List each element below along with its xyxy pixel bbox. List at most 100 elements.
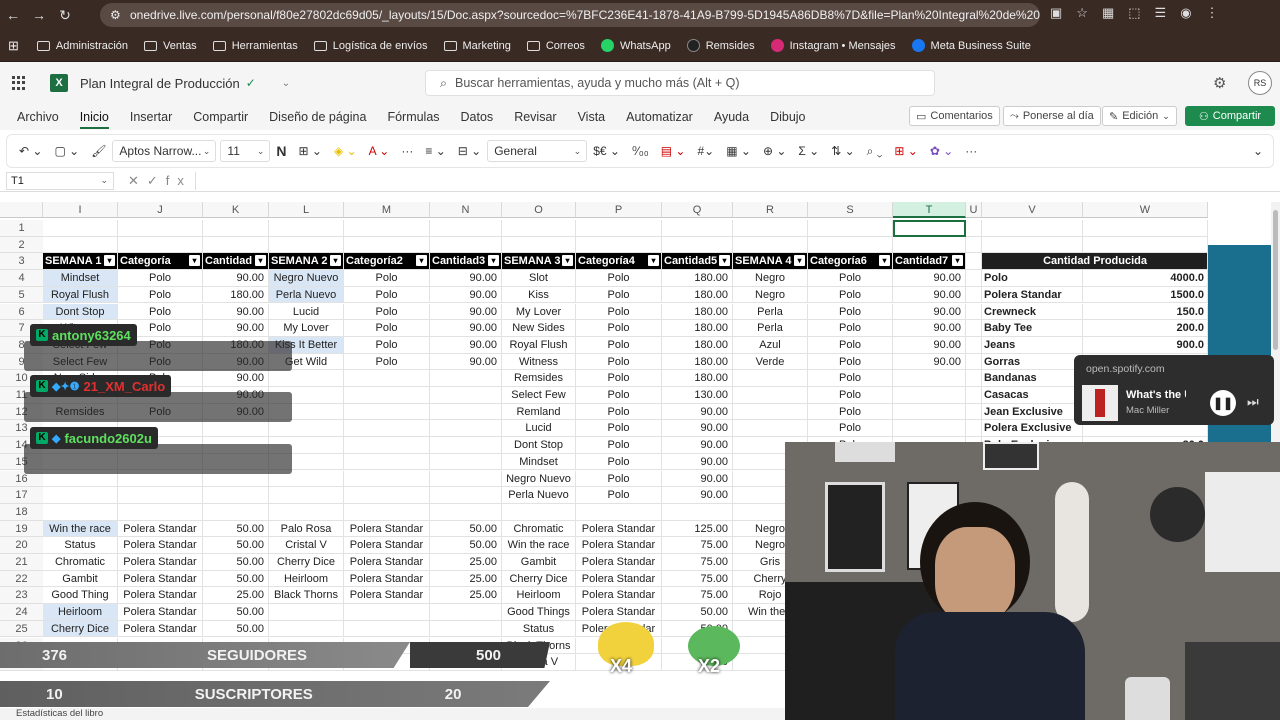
- table-cell[interactable]: 180.00: [203, 286, 269, 304]
- grid-cell[interactable]: [576, 503, 662, 521]
- select-all-corner[interactable]: [0, 202, 43, 218]
- grid-cell[interactable]: [430, 220, 502, 237]
- summary-value[interactable]: 900.0: [1083, 336, 1208, 354]
- table-cell[interactable]: Perla: [733, 320, 808, 337]
- table-cell[interactable]: Gambit: [502, 554, 576, 571]
- grid-cell[interactable]: [430, 370, 502, 387]
- bookmark[interactable]: Meta Business Suite: [911, 39, 1031, 52]
- tab-compartir[interactable]: Compartir: [193, 110, 248, 124]
- column-header[interactable]: N: [430, 202, 502, 218]
- table-cell[interactable]: 90.00: [430, 353, 502, 371]
- tab-insertar[interactable]: Insertar: [130, 110, 172, 124]
- site-info-icon[interactable]: ⚙: [110, 8, 121, 22]
- table-cell[interactable]: Polera Standar: [576, 587, 662, 605]
- table-header[interactable]: SEMANA 3: [502, 253, 576, 271]
- table-cell[interactable]: 90.00: [430, 320, 502, 337]
- table-cell[interactable]: Polera Standar: [118, 604, 203, 621]
- table-cell[interactable]: 50.00: [430, 537, 502, 554]
- next-track-icon[interactable]: ⏭: [1247, 394, 1259, 410]
- summary-label[interactable]: Bandanas: [982, 370, 1083, 387]
- table-cell[interactable]: Polo: [576, 303, 662, 321]
- row-header[interactable]: 5: [0, 286, 43, 304]
- column-header[interactable]: M: [344, 202, 430, 218]
- copilot-icon[interactable]: ✿ ⌄: [930, 144, 953, 158]
- table-cell[interactable]: Polera Standar: [344, 554, 430, 571]
- grid-cell[interactable]: [118, 220, 203, 237]
- gear-icon[interactable]: ⚙: [1213, 74, 1226, 92]
- table-cell[interactable]: 50.00: [430, 520, 502, 538]
- table-cell[interactable]: Lucid: [269, 303, 344, 321]
- grid-cell[interactable]: [893, 370, 966, 387]
- table-cell[interactable]: Polera Standar: [118, 537, 203, 554]
- grid-cell[interactable]: [1083, 236, 1208, 254]
- grid-cell[interactable]: [430, 487, 502, 504]
- grid-cell[interactable]: [966, 253, 982, 271]
- table-cell[interactable]: Polera Standar: [576, 570, 662, 588]
- table-cell[interactable]: 90.00: [430, 286, 502, 304]
- puzzle-icon[interactable]: ⬚: [1128, 5, 1140, 21]
- grid-cell[interactable]: [118, 503, 203, 521]
- tab-datos[interactable]: Datos: [461, 110, 494, 124]
- table-cell[interactable]: Good Thing: [43, 587, 118, 605]
- summary-value[interactable]: 4000.0: [1083, 270, 1208, 287]
- insert-cells-icon[interactable]: ⊕ ⌄: [763, 144, 786, 158]
- table-cell[interactable]: Cristal V: [269, 537, 344, 554]
- table-cell[interactable]: Select Few: [502, 387, 576, 404]
- table-cell[interactable]: Polo: [808, 270, 893, 287]
- grid-cell[interactable]: [808, 236, 893, 254]
- grid-cell[interactable]: [430, 470, 502, 488]
- table-cell[interactable]: 90.00: [662, 403, 733, 421]
- summary-label[interactable]: Polera Exclusive: [982, 420, 1083, 438]
- table-cell[interactable]: Heirloom: [269, 570, 344, 588]
- table-cell[interactable]: Win the race: [502, 537, 576, 554]
- table-cell[interactable]: Kiss: [502, 286, 576, 304]
- more-icon[interactable]: ···: [401, 144, 413, 158]
- table-header[interactable]: Cantidad: [203, 253, 269, 271]
- table-cell[interactable]: Polo: [344, 336, 430, 354]
- table-cell[interactable]: Royal Flush: [43, 286, 118, 304]
- table-cell[interactable]: 180.00: [662, 336, 733, 354]
- column-header[interactable]: V: [982, 202, 1083, 218]
- grid-cell[interactable]: [662, 503, 733, 521]
- table-cell[interactable]: 50.00: [203, 520, 269, 538]
- grid-cell[interactable]: [430, 503, 502, 521]
- row-header[interactable]: 17: [0, 487, 43, 504]
- table-cell[interactable]: Heirloom: [502, 587, 576, 605]
- table-cell[interactable]: 50.00: [203, 570, 269, 588]
- extension-icon[interactable]: ▦: [1102, 5, 1114, 21]
- table-cell[interactable]: 90.00: [203, 303, 269, 321]
- cell-styles-icon[interactable]: ▦ ⌄: [726, 144, 751, 158]
- grid-cell[interactable]: [430, 387, 502, 404]
- table-cell[interactable]: 180.00: [662, 353, 733, 371]
- table-cell[interactable]: 90.00: [662, 437, 733, 454]
- table-cell[interactable]: 180.00: [662, 286, 733, 304]
- table-cell[interactable]: Polo: [576, 437, 662, 454]
- table-cell[interactable]: Polera Standar: [344, 537, 430, 554]
- formula-input[interactable]: [195, 172, 1273, 190]
- grid-cell[interactable]: [808, 220, 893, 237]
- table-cell[interactable]: Polo: [576, 286, 662, 304]
- column-header[interactable]: S: [808, 202, 893, 218]
- table-cell[interactable]: Polo: [808, 420, 893, 438]
- table-cell[interactable]: Dont Stop: [43, 303, 118, 321]
- summary-label[interactable]: Polo: [982, 270, 1083, 287]
- grid-cell[interactable]: [269, 503, 344, 521]
- conditional-format-icon[interactable]: ▤ ⌄: [661, 144, 686, 158]
- fill-color-icon[interactable]: ◈ ⌄: [334, 144, 357, 158]
- grid-cell[interactable]: [269, 620, 344, 638]
- grid-cell[interactable]: [43, 503, 118, 521]
- tab-revisar[interactable]: Revisar: [514, 110, 556, 124]
- table-cell[interactable]: Polo: [118, 286, 203, 304]
- table-cell[interactable]: Polo: [576, 487, 662, 504]
- grid-cell[interactable]: [203, 236, 269, 254]
- bookmark[interactable]: Ventas: [144, 40, 197, 52]
- table-cell[interactable]: Remland: [502, 403, 576, 421]
- grid-cell[interactable]: [982, 220, 1083, 237]
- column-header[interactable]: K: [203, 202, 269, 218]
- table-cell[interactable]: Mindset: [43, 270, 118, 287]
- grid-cell[interactable]: [893, 403, 966, 421]
- table-cell[interactable]: 90.00: [662, 470, 733, 488]
- table-cell[interactable]: Polo: [576, 470, 662, 488]
- document-title[interactable]: Plan Integral de Producción: [80, 76, 240, 91]
- grid-cell[interactable]: [966, 387, 982, 404]
